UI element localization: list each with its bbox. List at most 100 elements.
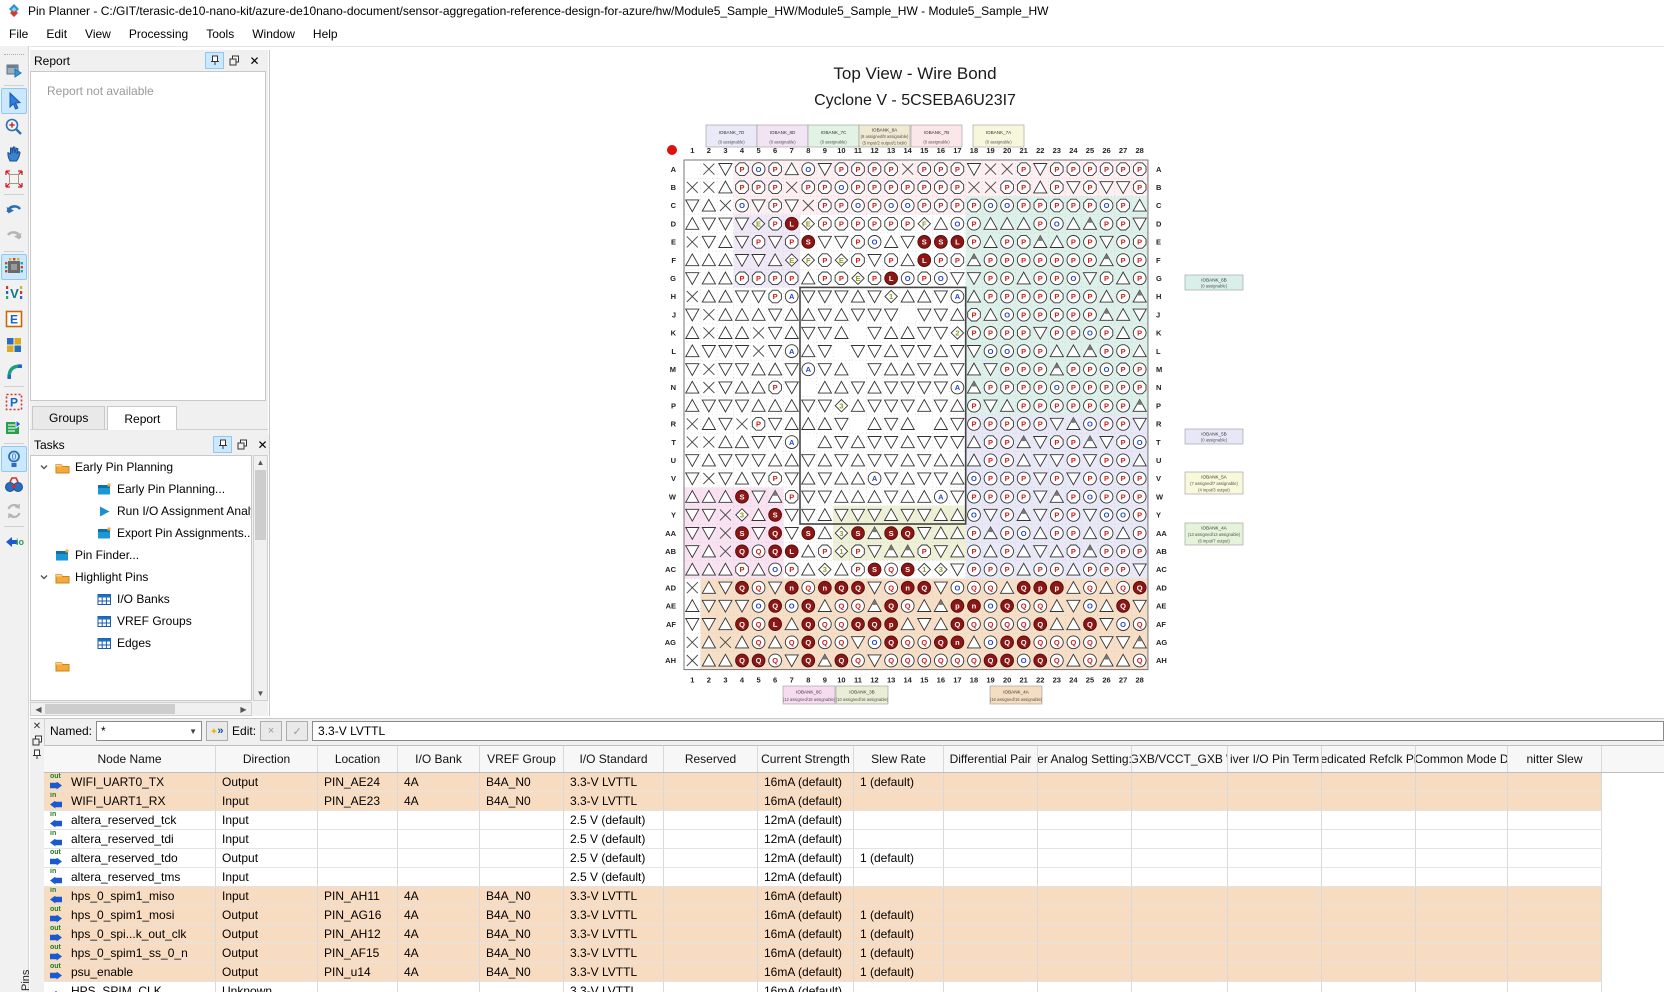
pin-cell-L3[interactable] [719, 346, 732, 358]
pin-cell-A21[interactable]: P [1017, 163, 1030, 176]
menu-window[interactable]: Window [243, 24, 304, 44]
pins-close-icon[interactable]: ✕ [30, 719, 44, 733]
pin-cell-AD27[interactable]: Q [1117, 581, 1130, 594]
pin-cell-L8[interactable] [802, 345, 815, 357]
pin-cell-AH19[interactable]: Q [984, 654, 997, 667]
pin-cell-AB15[interactable]: P [918, 545, 931, 558]
pin-cell-AG24[interactable]: Q [1067, 636, 1080, 649]
pin-cell-J12[interactable] [868, 309, 881, 321]
pin-cell-AH18[interactable]: Q [968, 654, 981, 667]
cell-name[interactable]: HPS_SPIM_CLK [44, 982, 216, 992]
pin-cell-AG10[interactable]: Q [835, 636, 848, 649]
pin-cell-Y26[interactable]: O [1100, 509, 1113, 522]
pin-cell-AC19[interactable]: P [984, 563, 997, 576]
pin-cell-J5[interactable] [752, 309, 765, 321]
pin-cell-AC12[interactable]: S [868, 563, 881, 576]
pin-cell-R18[interactable]: P [968, 418, 981, 431]
cell-current[interactable]: 12mA (default) [758, 830, 854, 849]
tasks-pin-icon[interactable] [213, 436, 232, 453]
pin-cell-B10[interactable]: O [835, 181, 848, 194]
pin-cell-AD9[interactable]: n [818, 581, 831, 594]
cell-slew[interactable] [854, 868, 944, 887]
pin-cell-P4[interactable] [735, 400, 748, 412]
pin-cell-F28[interactable]: P [1133, 254, 1146, 267]
pin-cell-M10[interactable] [835, 363, 848, 375]
pin-cell-E12[interactable]: O [868, 236, 881, 249]
pin-cell-AG7[interactable]: Q [785, 636, 798, 649]
pin-cell-H14[interactable] [901, 290, 914, 302]
pin-cell-W4[interactable]: S [736, 490, 749, 503]
pin-cell-J25[interactable]: P [1084, 308, 1097, 321]
cell-common[interactable] [1416, 906, 1508, 925]
pin-cell-N13[interactable] [885, 382, 898, 394]
pin-cell-A11[interactable]: P [852, 163, 865, 176]
pin-cell-A10[interactable]: P [835, 163, 848, 176]
pin-cell-L14[interactable] [901, 346, 914, 358]
pin-cell-R21[interactable]: P [1017, 418, 1030, 431]
pin-cell-AA24[interactable]: P [1067, 527, 1080, 540]
pin-cell-A16[interactable]: P [935, 163, 948, 176]
pin-cell-W18[interactable]: P [968, 490, 981, 503]
cell-term[interactable] [1228, 868, 1322, 887]
package-pin-grid[interactable]: POPOPPPPPPPPPPPPPPPPPPPOPPPPPPPPPPPPOPPP… [650, 112, 1270, 712]
pin-cell-AB8[interactable] [802, 545, 815, 557]
pin-cell-N1[interactable] [686, 381, 699, 393]
pin-cell-P27[interactable]: P [1117, 399, 1130, 412]
pin-cell-K3[interactable] [719, 327, 732, 339]
pin-cell-E18[interactable]: P [968, 236, 981, 249]
pin-cell-C20[interactable]: O [1001, 199, 1014, 212]
pin-cell-P22[interactable]: P [1034, 399, 1047, 412]
pin-cell-C16[interactable]: P [935, 199, 948, 212]
cell-direction[interactable]: Input [216, 887, 318, 906]
pin-cell-AB4[interactable]: Q [736, 545, 749, 558]
cell-name[interactable]: outhps_0_spim1_ss_0_n [44, 944, 216, 963]
column-header-edicated-refclk-pi[interactable]: edicated Refclk Pi [1322, 746, 1416, 772]
cell-gxb[interactable] [1132, 887, 1228, 906]
pin-cell-K4[interactable] [735, 327, 748, 339]
pin-cell-U11[interactable] [851, 454, 864, 466]
pin-cell-L16[interactable] [934, 345, 947, 357]
cell-diff[interactable] [944, 887, 1038, 906]
table-row-altera-reserved-tdo[interactable]: outaltera_reserved_tdoOutput2.5 V (defau… [44, 849, 1664, 868]
cell-common[interactable] [1416, 963, 1508, 982]
pin-cell-W17[interactable] [951, 491, 964, 503]
pin-cell-H11[interactable] [851, 290, 864, 302]
cell-diff[interactable] [944, 906, 1038, 925]
cell-common[interactable] [1416, 868, 1508, 887]
pin-cell-C17[interactable]: P [951, 199, 964, 212]
menu-file[interactable]: File [0, 24, 37, 44]
pin-cell-G20[interactable]: P [1001, 272, 1014, 285]
pin-cell-D2[interactable] [702, 218, 715, 230]
cell-analog[interactable] [1038, 830, 1132, 849]
pins-pin-icon[interactable] [30, 747, 44, 761]
cell-location[interactable]: PIN_AE24 [318, 773, 398, 792]
pin-cell-G19[interactable]: P [984, 272, 997, 285]
pin-cell-C4[interactable]: O [736, 199, 749, 212]
cell-jitter[interactable] [1508, 792, 1602, 811]
pin-cell-B25[interactable]: P [1084, 181, 1097, 194]
pin-cell-AC27[interactable]: P [1117, 563, 1130, 576]
cell-refclk[interactable] [1322, 963, 1416, 982]
pin-cell-E5[interactable]: P [752, 236, 765, 249]
pin-cell-R6[interactable] [769, 418, 782, 430]
cell-gxb[interactable] [1132, 773, 1228, 792]
pin-cell-P16[interactable] [934, 400, 947, 412]
cell-name[interactable]: inaltera_reserved_tck [44, 811, 216, 830]
pin-cell-AE11[interactable]: Q [852, 600, 865, 613]
pin-cell-M9[interactable] [818, 364, 831, 376]
pin-cell-A8[interactable]: O [802, 163, 815, 176]
pin-cell-E9[interactable] [818, 236, 831, 248]
pin-cell-H19[interactable]: P [984, 290, 997, 303]
pin-cell-U13[interactable] [885, 455, 898, 467]
pin-cell-AD25[interactable]: Q [1084, 581, 1097, 594]
edit-accept-button[interactable]: ✓ [286, 721, 308, 741]
pin-cell-A15[interactable]: P [918, 163, 931, 176]
pin-cell-M5[interactable] [752, 363, 765, 375]
pin-cell-E25[interactable]: P [1084, 236, 1097, 249]
pin-cell-D11[interactable]: P [852, 217, 865, 230]
pin-cell-W27[interactable]: P [1117, 490, 1130, 503]
cell-jitter[interactable] [1508, 849, 1602, 868]
cell-slew[interactable] [854, 982, 944, 992]
cell-refclk[interactable] [1322, 811, 1416, 830]
pin-cell-A26[interactable]: P [1100, 163, 1113, 176]
